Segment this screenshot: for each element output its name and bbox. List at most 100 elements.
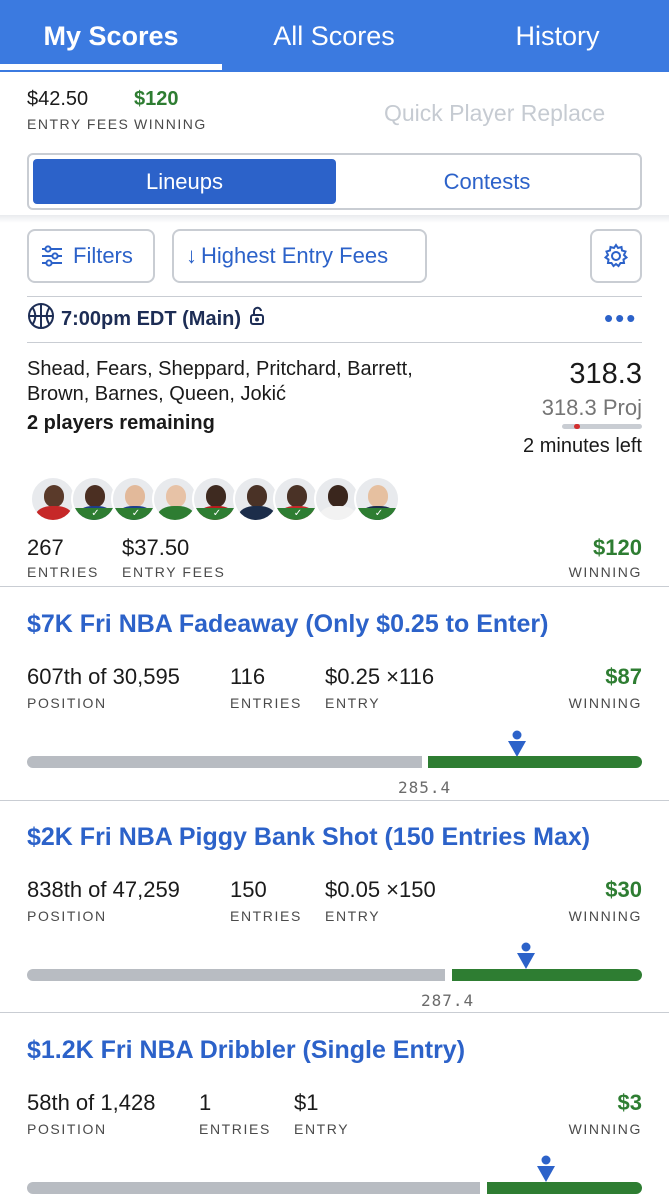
player-face [327, 485, 348, 507]
cutline-bar-losing [27, 1182, 480, 1194]
contest-entries: 116 [230, 664, 266, 689]
winning-label: WINNING [568, 1121, 642, 1137]
header-shadow [0, 215, 669, 223]
checkmark-icon: ✓ [113, 508, 155, 520]
player-face [44, 485, 64, 507]
entries-label: ENTRIES [230, 695, 302, 711]
entry-label: ENTRY [325, 908, 381, 924]
player-face [287, 485, 307, 507]
entries-label: ENTRIES [230, 908, 302, 924]
cutline-score: 287.4 [421, 991, 475, 1010]
contest-entry-fee: $0.25 ×116 [325, 664, 435, 689]
entry-label: ENTRY [325, 695, 381, 711]
player-face [206, 485, 226, 507]
lineup-projection: 318.3 Proj [541, 395, 642, 420]
tab-history[interactable]: History [446, 0, 669, 72]
player-face [125, 485, 145, 507]
entry-fees-total: $42.50 [27, 88, 89, 110]
winning-label: WINNING [568, 908, 642, 924]
checkmark-icon: ✓ [72, 508, 115, 520]
contest-winning: $3 [617, 1090, 642, 1115]
lineup-fees-label: ENTRY FEES [122, 564, 226, 580]
position-label: POSITION [27, 908, 107, 924]
contest-entries: 150 [230, 877, 267, 902]
player-avatar[interactable] [151, 476, 198, 522]
player-jersey [238, 506, 275, 520]
active-tab-indicator [0, 64, 222, 70]
cutline-bar-losing [27, 756, 422, 768]
contest-position: 58th of 1,428 [27, 1090, 156, 1115]
player-avatar[interactable]: ✓ [70, 476, 117, 522]
player-jersey [36, 506, 72, 520]
tab-my-scores[interactable]: My Scores [0, 0, 222, 72]
checkmark-icon: ✓ [275, 508, 317, 520]
contest-entry-fee: $0.05 ×150 [325, 877, 436, 902]
player-avatar[interactable] [30, 476, 76, 522]
divider [0, 1012, 669, 1013]
lineups-contests-toggle: Lineups Contests [27, 153, 642, 210]
lineup-players: Shead, Fears, Sheppard, Pritchard, Barre… [27, 358, 413, 405]
divider [0, 800, 669, 801]
time-left: 2 minutes left [523, 435, 642, 457]
lineup-winning-label: WINNING [568, 564, 642, 580]
filters-label: Filters [73, 243, 133, 268]
settings-button[interactable] [590, 229, 642, 283]
cutline-bar-winning [428, 756, 642, 768]
winning-label: WINNING [568, 695, 642, 711]
lineup-header[interactable]: 7:00pm EDT (Main) [27, 302, 265, 336]
player-face [84, 485, 105, 507]
cutline-score: 285.4 [398, 778, 452, 797]
player-face [368, 485, 388, 507]
lineup-entries-label: ENTRIES [27, 564, 99, 580]
sort-button[interactable]: ↓ Highest Entry Fees [172, 229, 427, 283]
player-avatar[interactable] [313, 476, 360, 522]
filters-button[interactable]: Filters [27, 229, 155, 283]
more-options-icon[interactable]: ••• [604, 305, 637, 331]
segment-lineups[interactable]: Lineups [33, 159, 336, 204]
players-remaining: 2 players remaining [27, 412, 215, 434]
contest-position: 607th of 30,595 [27, 664, 180, 689]
contest-title[interactable]: $2K Fri NBA Piggy Bank Shot (150 Entries… [27, 823, 590, 852]
lineup-entries-value: 267 [27, 535, 64, 560]
arrow-down-icon: ↓ [186, 243, 197, 268]
contest-entry-fee: $1 [294, 1090, 319, 1115]
contest-title[interactable]: $1.2K Fri NBA Dribbler (Single Entry) [27, 1036, 465, 1065]
cutline-bar-winning [452, 969, 642, 981]
sort-label: Highest Entry Fees [201, 243, 389, 268]
player-face [165, 485, 186, 507]
segment-contests[interactable]: Contests [336, 159, 638, 204]
entry-label: ENTRY [294, 1121, 350, 1137]
projection-progress-marker [574, 424, 580, 429]
divider [0, 586, 669, 587]
checkmark-icon: ✓ [356, 508, 398, 520]
player-face [246, 485, 267, 507]
contest-position: 838th of 47,259 [27, 877, 180, 902]
position-label: POSITION [27, 695, 107, 711]
contest-winning: $30 [605, 877, 642, 902]
lineup-fees-value: $37.50 [122, 535, 190, 560]
divider [27, 342, 642, 343]
player-avatar[interactable]: ✓ [192, 476, 238, 522]
player-avatar[interactable]: ✓ [273, 476, 319, 522]
entry-fees-label: ENTRY FEES [27, 116, 130, 132]
player-jersey [319, 506, 356, 520]
tab-all-scores[interactable]: All Scores [222, 0, 446, 72]
sliders-icon [40, 245, 64, 267]
player-avatar[interactable] [232, 476, 279, 522]
contest-title[interactable]: $7K Fri NBA Fadeaway (Only $0.25 to Ente… [27, 610, 548, 639]
player-avatar[interactable]: ✓ [354, 476, 400, 522]
winning-total: $120 [134, 88, 179, 110]
cutline-bar-winning [487, 1182, 642, 1194]
gear-icon [602, 242, 630, 270]
entries-label: ENTRIES [199, 1121, 271, 1137]
lineup-score: 318.3 [569, 358, 642, 390]
checkmark-icon: ✓ [194, 508, 236, 520]
player-jersey [157, 506, 194, 520]
position-label: POSITION [27, 1121, 107, 1137]
slate-name: 7:00pm EDT (Main) [61, 307, 242, 330]
player-avatar[interactable]: ✓ [111, 476, 157, 522]
winning-label: WINNING [134, 116, 207, 132]
quick-player-replace-button[interactable]: Quick Player Replace [384, 100, 605, 127]
contest-entries: 1 [199, 1090, 212, 1115]
basketball-icon [27, 302, 55, 336]
